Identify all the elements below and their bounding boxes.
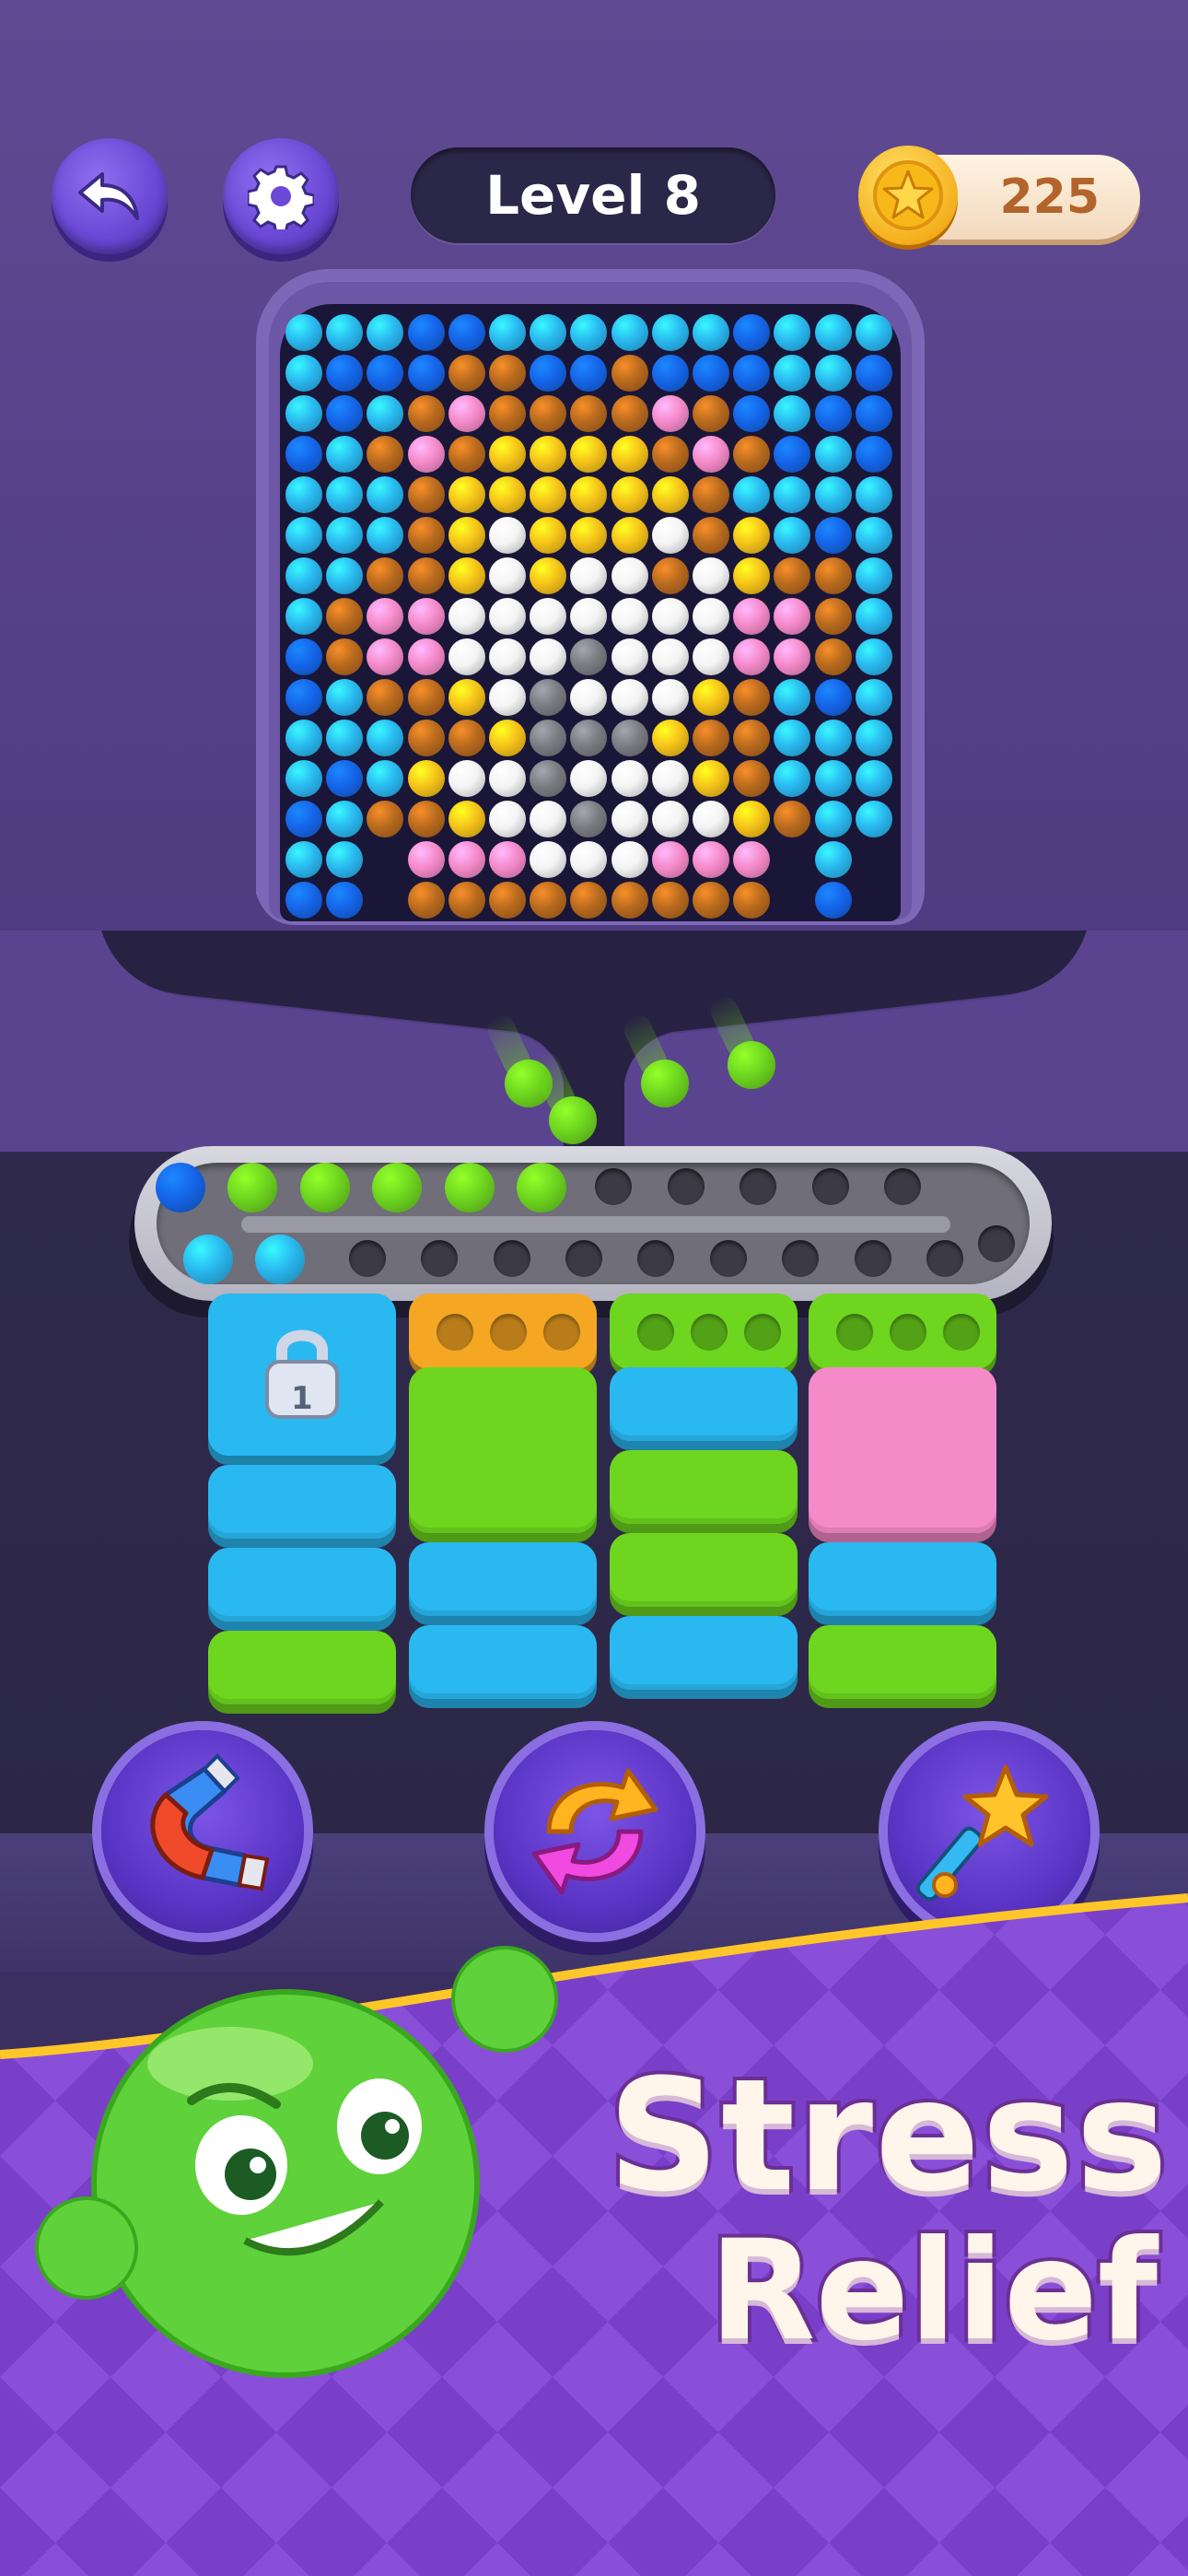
cap-hole	[490, 1314, 527, 1351]
tagline-line-2: Relief	[705, 2207, 1161, 2375]
stack-tile[interactable]	[809, 1625, 996, 1699]
stack-tile[interactable]	[409, 1625, 597, 1699]
stack-tile[interactable]	[208, 1465, 396, 1539]
stack-tile[interactable]	[610, 1616, 798, 1690]
stack-tile[interactable]	[610, 1450, 798, 1524]
stack-tile[interactable]	[809, 1367, 996, 1533]
stack-cap[interactable]	[809, 1294, 996, 1369]
cap-hole	[691, 1314, 728, 1351]
cap-hole	[890, 1314, 926, 1351]
cap-hole	[744, 1314, 781, 1351]
stack-tile[interactable]	[809, 1542, 996, 1616]
stack-cap[interactable]	[409, 1294, 597, 1369]
stack-tile[interactable]	[409, 1367, 597, 1533]
stack-tile[interactable]	[208, 1631, 396, 1704]
cap-hole	[836, 1314, 873, 1351]
stack-cap[interactable]	[610, 1294, 798, 1369]
cap-hole	[543, 1314, 580, 1351]
stack-tile[interactable]	[610, 1533, 798, 1607]
stack-tile[interactable]	[208, 1548, 396, 1622]
lock-count: 1	[291, 1380, 313, 1417]
cap-hole	[637, 1314, 674, 1351]
locked-stack-top[interactable]: 1	[208, 1294, 396, 1456]
tagline-line-1: Stress	[604, 2042, 1171, 2230]
stack-tile[interactable]	[610, 1367, 798, 1441]
color-stacks[interactable]: 1	[0, 0, 1188, 1797]
cap-hole	[943, 1314, 980, 1351]
cap-hole	[437, 1314, 473, 1351]
stack-tile[interactable]	[409, 1542, 597, 1616]
